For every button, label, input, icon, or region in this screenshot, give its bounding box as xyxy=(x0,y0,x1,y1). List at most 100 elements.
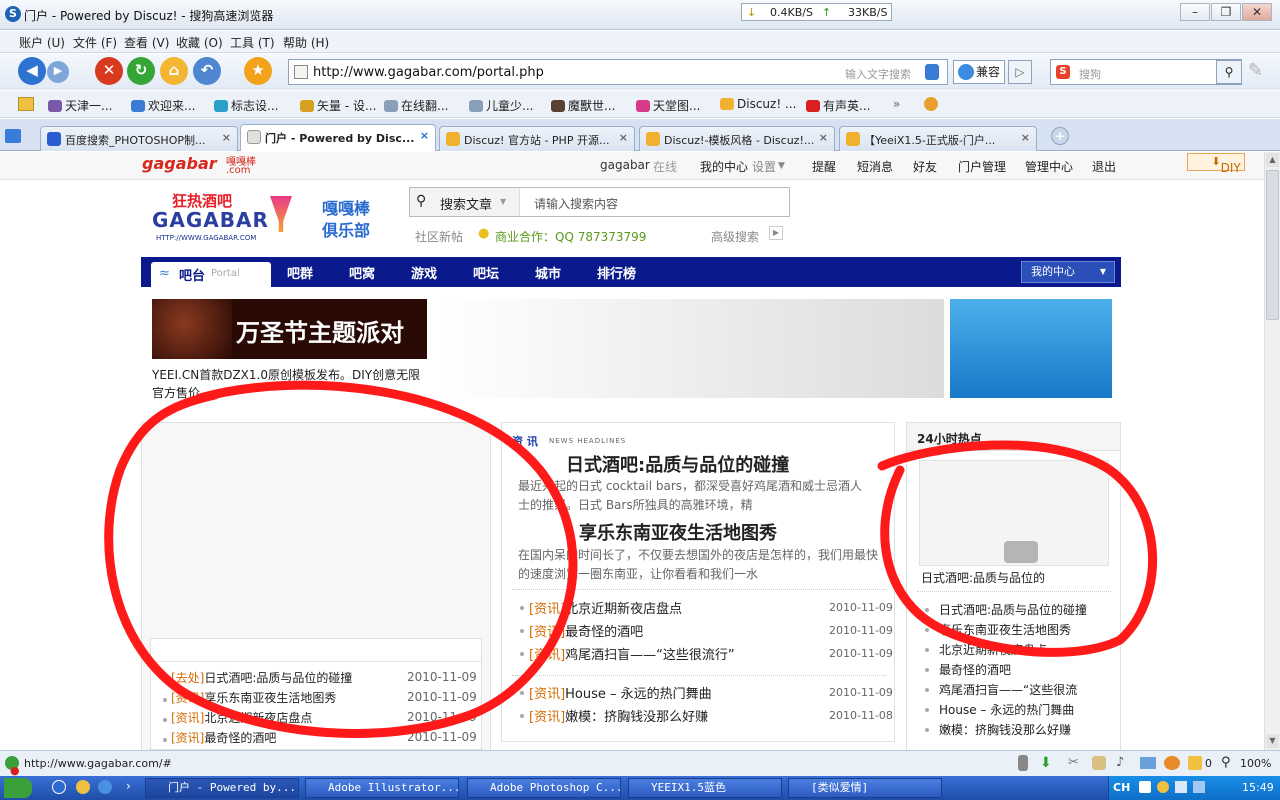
brush-icon[interactable]: ✎ xyxy=(1248,60,1272,84)
start-button[interactable] xyxy=(4,778,32,798)
list-item[interactable]: 嫩模：挤胸钱没那么好赚 xyxy=(939,721,1071,738)
quicklaunch-ie-icon[interactable] xyxy=(76,780,90,794)
list-item[interactable]: 北京近期新夜店盘点 xyxy=(939,641,1047,658)
menu-favorites[interactable]: 收藏 (O) xyxy=(176,34,223,51)
task-illustrator[interactable]: Adobe Illustrator... xyxy=(305,778,459,798)
task-browser[interactable]: 门户 - Powered by... xyxy=(145,778,299,798)
top-link-portal-admin[interactable]: 门户管理 xyxy=(958,158,1006,175)
tab-2[interactable]: 门户 - Powered by Disc... × xyxy=(240,124,436,151)
settings-link[interactable]: 设置 xyxy=(752,158,776,175)
scroll-up-icon[interactable]: ▲ xyxy=(1266,153,1279,167)
scroll-down-icon[interactable]: ▼ xyxy=(1266,734,1279,748)
more-favorites-icon[interactable]: » xyxy=(893,97,900,111)
nav-item-games[interactable]: 游戏 xyxy=(411,263,437,282)
hot-image-placeholder[interactable] xyxy=(919,460,1109,566)
tab-3-close-icon[interactable]: × xyxy=(619,131,628,144)
tab-5-close-icon[interactable]: × xyxy=(1021,131,1030,144)
address-url[interactable]: http://www.gagabar.com/portal.php xyxy=(313,65,544,80)
headline-2[interactable]: 享乐东南亚夜生活地图秀 xyxy=(579,519,777,545)
nav-my-center-dropdown[interactable]: 我的中心 ▼ xyxy=(1021,261,1115,283)
nav-item-bartable[interactable]: ≈ 吧台 Portal xyxy=(151,262,271,287)
username-link[interactable]: gagabar xyxy=(600,158,650,172)
site-brand[interactable]: gagabar xyxy=(142,154,217,173)
hot-image-caption[interactable]: 日式酒吧:品质与品位的 xyxy=(921,569,1045,586)
close-window-button[interactable]: ✕ xyxy=(1242,3,1272,21)
blue-promo-block[interactable] xyxy=(950,299,1112,398)
search-icon[interactable]: ⚲ xyxy=(1216,60,1242,84)
fav-item-10[interactable]: 有声英... xyxy=(806,97,870,114)
fav-item-7[interactable]: 魔獸世... xyxy=(551,97,615,114)
tab-4[interactable]: Discuz!-模板风格 - Discuz!... × xyxy=(639,126,835,151)
fav-item-1[interactable]: 天津一... xyxy=(48,97,112,114)
lock-icon[interactable] xyxy=(1092,756,1106,770)
tab-2-close-icon[interactable]: × xyxy=(420,129,429,142)
list-item[interactable]: House – 永远的热门舞曲 xyxy=(939,701,1074,718)
task-player[interactable]: [类似爱情] xyxy=(788,778,942,798)
advanced-search-arrow-icon[interactable]: ▶ xyxy=(769,226,783,240)
task-photoshop[interactable]: Adobe Photoshop C... xyxy=(467,778,621,798)
list-item[interactable]: [资讯]最奇怪的酒吧 xyxy=(171,729,276,746)
favorite-star-icon[interactable]: ★ xyxy=(244,57,272,85)
go-button[interactable]: ▷ xyxy=(1008,60,1032,84)
nav-item-city[interactable]: 城市 xyxy=(535,263,561,282)
tab-5[interactable]: 【YeeiX1.5-正式版-门户... × xyxy=(839,126,1037,151)
maximize-button[interactable]: ❐ xyxy=(1211,3,1241,21)
tab-1[interactable]: 百度搜索_PHOTOSHOP制... × xyxy=(40,126,238,151)
tab-4-close-icon[interactable]: × xyxy=(819,131,828,144)
vertical-scrollbar[interactable]: ▲ ▼ xyxy=(1264,152,1280,750)
tab-list-icon[interactable] xyxy=(5,129,21,143)
forward-icon[interactable]: ▶ xyxy=(47,61,69,83)
menu-file[interactable]: 文件 (F) xyxy=(73,34,117,51)
yeei-announcement[interactable]: YEEI.CN首款DZX1.0原创模板发布。DIY创意无限 官方售价 xyxy=(152,366,422,402)
list-item[interactable]: [去处]日式酒吧:品质与品位的碰撞 xyxy=(171,669,352,686)
headline-1[interactable]: 日式酒吧:品质与品位的碰撞 xyxy=(566,451,789,477)
security-shield-icon[interactable] xyxy=(925,64,939,80)
nav-item-groups[interactable]: 吧群 xyxy=(287,263,313,282)
menu-tools[interactable]: 工具 (T) xyxy=(230,34,275,51)
fav-item-8[interactable]: 天堂图... xyxy=(636,97,700,114)
extension-icon[interactable] xyxy=(924,97,938,111)
tab-3[interactable]: Discuz! 官方站 - PHP 开源... × xyxy=(439,126,635,151)
zoom-level[interactable]: 100% xyxy=(1240,757,1271,770)
address-bar[interactable]: http://www.gagabar.com/portal.php 输入文字搜索 xyxy=(288,59,948,85)
search-box[interactable]: S 搜狗 xyxy=(1050,59,1242,85)
ime-indicator[interactable]: CH xyxy=(1113,781,1130,794)
top-link-friends[interactable]: 好友 xyxy=(913,158,937,175)
fav-item-5[interactable]: 在线翻... xyxy=(384,97,448,114)
skin-icon[interactable] xyxy=(1164,756,1180,770)
community-new-posts-link[interactable]: 社区新帖 xyxy=(415,228,463,245)
list-item[interactable]: 享乐东南亚夜生活地图秀 xyxy=(939,621,1071,638)
nav-item-nest[interactable]: 吧窝 xyxy=(349,263,375,282)
list-item[interactable]: 日式酒吧:品质与品位的碰撞 xyxy=(939,601,1087,618)
menu-account[interactable]: 账户 (U) xyxy=(19,34,65,51)
list-item[interactable]: [资讯]享乐东南亚夜生活地图秀 xyxy=(171,689,336,706)
top-link-remind[interactable]: 提醒 xyxy=(812,158,836,175)
quicklaunch-media-icon[interactable] xyxy=(52,780,66,794)
fav-item-3[interactable]: 标志设... xyxy=(214,97,278,114)
list-item[interactable]: [资讯]鸡尾酒扫盲——“这些很流行” xyxy=(529,644,735,663)
fav-item-9[interactable]: Discuz! ... xyxy=(720,97,796,111)
menu-help[interactable]: 帮助 (H) xyxy=(283,34,329,51)
list-item[interactable]: [资讯]嫩模：挤胸钱没那么好赚 xyxy=(529,706,708,725)
top-link-messages[interactable]: 短消息 xyxy=(857,158,893,175)
speaker-icon[interactable]: ♪ xyxy=(1116,755,1124,770)
network-icon[interactable] xyxy=(1175,781,1187,793)
site-logo[interactable]: 狂热酒吧 GAGABAR HTTP://WWW.GAGABAR.COM xyxy=(152,190,312,248)
nav-item-forum[interactable]: 吧坛 xyxy=(473,263,499,282)
list-item[interactable]: [资讯]最奇怪的酒吧 xyxy=(529,621,643,640)
quicklaunch-sogou-icon[interactable] xyxy=(98,780,112,794)
display-icon[interactable] xyxy=(1193,781,1205,793)
my-center-link[interactable]: 我的中心 xyxy=(700,158,748,175)
zoom-icon[interactable]: ⚲ xyxy=(1221,755,1231,770)
list-item[interactable]: 最奇怪的酒吧 xyxy=(939,661,1011,678)
site-search-input[interactable]: 请输入搜索内容 xyxy=(534,195,618,212)
tray-icon[interactable] xyxy=(1139,781,1151,793)
halloween-party-banner[interactable]: 万圣节主题派对 xyxy=(152,299,427,359)
top-link-admin-center[interactable]: 管理中心 xyxy=(1025,158,1073,175)
settings-chevron-down-icon[interactable]: ▼ xyxy=(778,161,785,171)
list-item[interactable]: 鸡尾酒扫盲——“这些很流 xyxy=(939,681,1077,698)
menu-view[interactable]: 查看 (V) xyxy=(124,34,169,51)
advanced-search-link[interactable]: 高级搜索 xyxy=(711,228,759,245)
undo-close-icon[interactable]: ↶ xyxy=(193,57,221,85)
back-icon[interactable]: ◀ xyxy=(18,57,46,85)
